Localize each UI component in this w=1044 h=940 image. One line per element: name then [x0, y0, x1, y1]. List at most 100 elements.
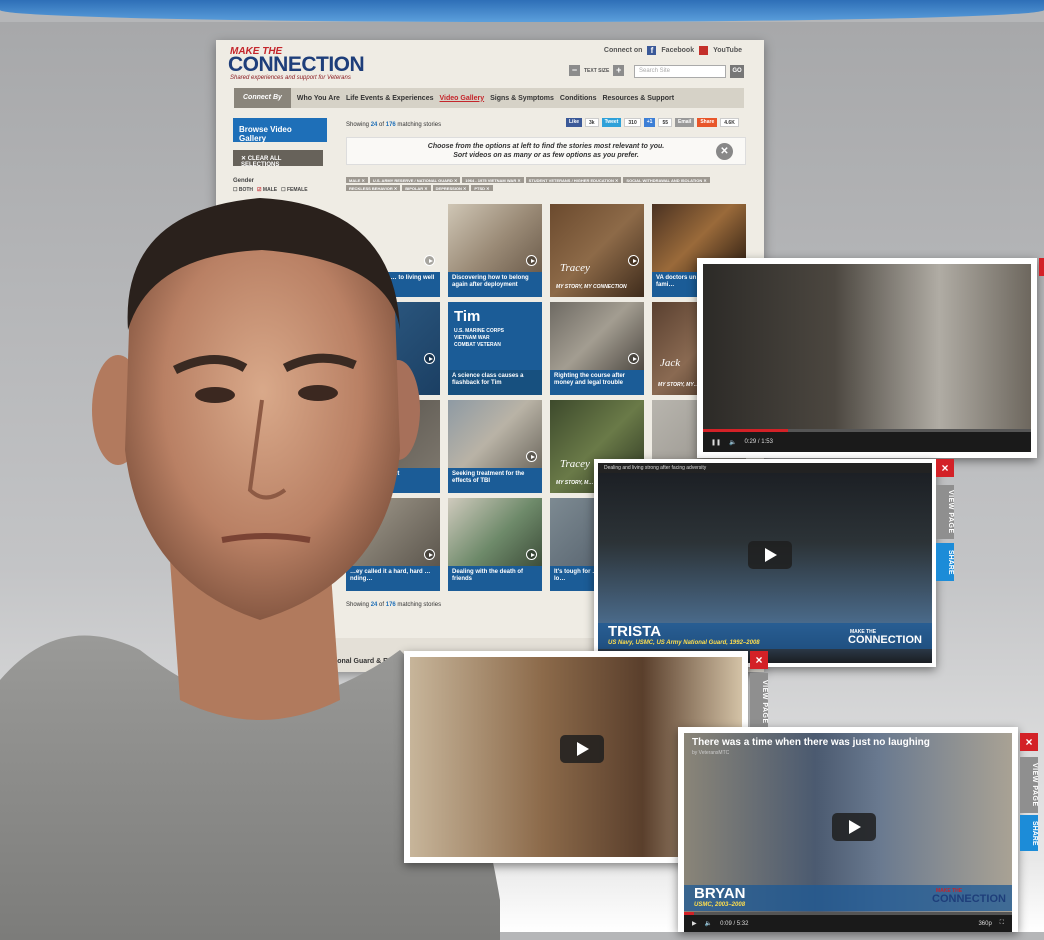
text-size-decrease-button[interactable]: − — [569, 65, 580, 76]
video-tile[interactable]: Dealing with the death of friends — [448, 498, 542, 591]
player3-close-button[interactable]: × — [750, 651, 768, 669]
tag-label: U.S. ARMY RESERVE / NATIONAL GUARD — [372, 178, 453, 183]
player4-video[interactable]: There was a time when there was just no … — [684, 733, 1012, 932]
big-play-icon[interactable] — [560, 735, 604, 763]
big-play-icon[interactable] — [832, 813, 876, 841]
player2-lower-third: TRISTA US Navy, USMC, US Army National G… — [598, 623, 932, 649]
results-shown: 24 — [370, 122, 378, 128]
tag-label: 1964 - 1975 VIETNAM WAR — [465, 178, 517, 183]
player4-title: There was a time when there was just no … — [692, 737, 930, 748]
results-prefix: Showing — [346, 122, 370, 128]
nav-life-events[interactable]: Life Events & Experiences — [346, 95, 434, 102]
email-button[interactable]: Email — [675, 118, 695, 127]
filter-tag[interactable]: BIPOLAR ✕ — [402, 185, 431, 191]
text-size-control: − TEXT SIZE + — [569, 65, 625, 76]
nav-resources-support[interactable]: Resources & Support — [602, 95, 674, 102]
fullscreen-icon[interactable]: ⛶ — [1000, 920, 1004, 927]
video-tile[interactable]: …pt him from … to living well — [346, 204, 440, 297]
player2-share-tab[interactable]: SHARE — [936, 543, 954, 581]
share-button[interactable]: Share — [697, 118, 718, 127]
tile-caption: …may …tirement — [346, 468, 440, 493]
video-tile[interactable]: Tracey MY STORY, MY CONNECTION — [550, 204, 644, 297]
gender-both-checkbox[interactable]: ☐ BOTH — [233, 187, 253, 193]
video-tile[interactable]: …may …tirement — [346, 400, 440, 493]
tile-caption: Discovering how to belong again after de… — [448, 272, 542, 297]
text-size-label: TEXT SIZE — [584, 67, 610, 74]
nav-video-gallery[interactable]: Video Gallery — [440, 95, 485, 102]
play-icon — [526, 451, 537, 462]
search-input[interactable]: Search Site — [634, 65, 726, 78]
filter-tag[interactable]: 1964 - 1975 VIETNAM WAR ✕ — [462, 177, 524, 183]
tile-caption: …pt him from … to living well — [346, 272, 440, 297]
fb-like-button[interactable]: Like — [566, 118, 583, 127]
filter-tag[interactable]: SOCIAL WITHDRAWAL AND ISOLATION ✕ — [623, 177, 710, 183]
player1-close-button[interactable]: × — [1039, 258, 1044, 276]
tile-caption: MY STORY, MY CONNECTION — [556, 284, 627, 290]
close-instructions-icon[interactable]: ✕ — [716, 143, 733, 160]
video-tile[interactable]: Righting the course after money and lega… — [550, 302, 644, 395]
player1-video[interactable]: ❚❚ 🔈 0:29 / 1:53 — [703, 264, 1031, 452]
video-tile-tim[interactable]: Tim U.S. MARINE CORPS VIETNAM WAR COMBAT… — [448, 302, 542, 395]
browse-gallery-title: Browse Video Gallery — [233, 118, 327, 143]
filter-tag[interactable]: PTSD ✕ — [471, 185, 493, 191]
facebook-link[interactable]: Facebook — [661, 47, 694, 54]
filter-tag[interactable]: RECKLESS BEHAVIOR ✕ — [346, 185, 401, 191]
player3-view-page-tab[interactable]: VIEW PAGE — [750, 673, 768, 731]
logo-line2[interactable]: CONNECTION — [228, 53, 365, 77]
choose-line2: Sort videos on as many or as few options… — [453, 152, 639, 159]
facebook-icon[interactable]: f — [647, 46, 657, 55]
top-banner-band — [0, 0, 1044, 22]
player2-view-page-tab[interactable]: VIEW PAGE — [936, 485, 954, 539]
video-tile[interactable]: …Y CONNECTION — [346, 302, 440, 395]
gender-male-checkbox[interactable]: ☑ MALE — [257, 187, 277, 193]
player4-close-button[interactable]: × — [1020, 733, 1038, 751]
player4-quality[interactable]: 360p — [978, 921, 991, 927]
filter-tag[interactable]: MALE ✕ — [346, 177, 368, 183]
tag-label: SOCIAL WITHDRAWAL AND ISOLATION — [626, 178, 703, 183]
player2-video[interactable]: Dealing and living strong after facing a… — [598, 463, 932, 663]
volume-icon[interactable]: 🔈 — [729, 439, 736, 446]
tile-caption: …ey called it a hard, hard …nding… — [346, 566, 440, 591]
volume-icon[interactable]: 🔈 — [705, 920, 712, 927]
video-tile[interactable]: Discovering how to belong again after de… — [448, 204, 542, 297]
video-tile[interactable]: Seeking treatment for the effects of TBI — [448, 400, 542, 493]
video-player-2: Dealing and living strong after facing a… — [594, 459, 954, 667]
big-play-icon[interactable] — [748, 541, 792, 569]
gender-options: ☐ BOTH ☑ MALE ☐ FEMALE — [233, 187, 327, 193]
tile-name: Jack — [660, 357, 681, 369]
clear-selections-button[interactable]: ✕ CLEAR ALL SELECTIONS — [233, 150, 323, 168]
gender-label: Gender — [233, 178, 255, 184]
play-icon[interactable]: ▶ — [692, 920, 697, 927]
search-go-button[interactable]: GO — [730, 65, 744, 78]
player2-title: Dealing and living strong after facing a… — [598, 463, 932, 473]
tweet-count: 310 — [624, 118, 641, 127]
player4-logo: CONNECTION — [932, 893, 1006, 905]
player4-subtitle: USMC, 2003–2008 — [694, 902, 746, 908]
youtube-icon[interactable] — [699, 46, 709, 55]
video-tile[interactable]: …ey called it a hard, hard …nding… — [346, 498, 440, 591]
filter-tag[interactable]: STUDENT VETERANS / HIGHER EDUCATION ✕ — [525, 177, 622, 183]
nav-who-you-are[interactable]: Who You Are — [297, 95, 340, 102]
results-suffix: matching stories — [397, 122, 442, 128]
filter-tag[interactable]: DEPRESSION ✕ — [432, 185, 470, 191]
choose-instructions: Choose from the options at left to find … — [346, 137, 746, 165]
nav-conditions[interactable]: Conditions — [560, 95, 597, 102]
filter-tag[interactable]: U.S. ARMY RESERVE / NATIONAL GUARD ✕ — [369, 177, 461, 183]
connect-label: Connect on — [603, 47, 643, 54]
nav-signs-symptoms[interactable]: Signs & Symptoms — [490, 95, 554, 102]
player4-view-page-tab[interactable]: VIEW PAGE — [1020, 757, 1038, 813]
tag-label: BIPOLAR — [405, 186, 424, 191]
tim-name: Tim — [454, 308, 481, 325]
gender-female-checkbox[interactable]: ☐ FEMALE — [281, 187, 307, 193]
pause-icon[interactable]: ❚❚ — [711, 439, 721, 446]
player2-close-button[interactable]: × — [936, 459, 954, 477]
player4-share-tab[interactable]: SHARE — [1020, 815, 1038, 851]
text-size-increase-button[interactable]: + — [613, 65, 625, 76]
player2-subtitle: US Navy, USMC, US Army National Guard, 1… — [608, 640, 760, 646]
youtube-link[interactable]: YouTube — [713, 47, 742, 54]
tile-caption: Righting the course after money and lega… — [550, 370, 644, 395]
logo-tagline: Shared experiences and support for Veter… — [230, 75, 351, 81]
footer-national-guard-link[interactable]: National Guard & Reserve — [324, 658, 410, 665]
plusone-button[interactable]: +1 — [643, 118, 656, 127]
tweet-button[interactable]: Tweet — [601, 118, 622, 127]
